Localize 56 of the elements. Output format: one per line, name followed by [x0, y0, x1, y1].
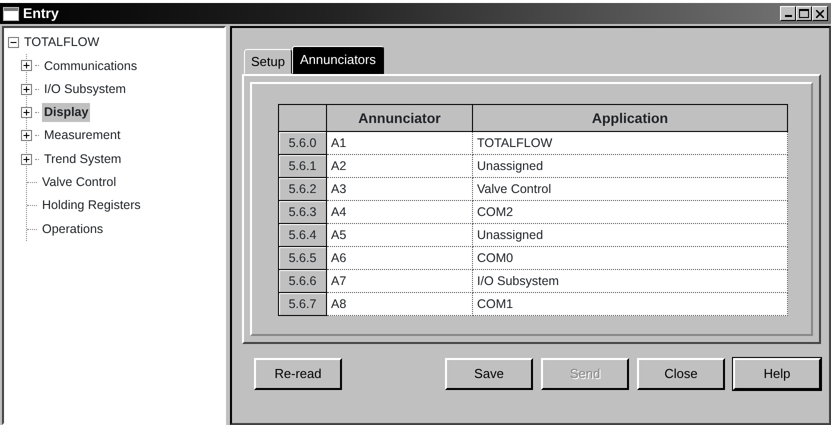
tree-item[interactable]: Trend System	[42, 150, 124, 168]
expand-icon[interactable]	[21, 60, 32, 72]
table-cell: Unassigned	[472, 224, 788, 246]
table-cell: A5	[326, 224, 472, 246]
row-header: 5.6.6	[278, 270, 326, 292]
table-cell: A8	[326, 292, 472, 316]
table-cell: COM1	[472, 292, 788, 316]
dialog-button[interactable]: Save	[445, 358, 533, 390]
expand-icon[interactable]	[21, 154, 32, 165]
table-cell: A1	[326, 132, 472, 154]
tree-item[interactable]: Communications	[42, 56, 140, 76]
row-header: 5.6.4	[278, 224, 326, 246]
maximize-button[interactable]	[796, 6, 812, 21]
table-cell: COM2	[472, 200, 788, 224]
tree-item[interactable]: Operations	[40, 220, 106, 238]
table-cell: Unassigned	[472, 154, 788, 178]
minimize-button[interactable]	[780, 6, 796, 21]
expand-icon[interactable]	[21, 130, 32, 142]
table-cell: A4	[326, 200, 472, 224]
window-title: Entry	[23, 4, 59, 23]
table-cell: TOTALFLOW	[472, 132, 788, 154]
table-cell: I/O Subsystem	[472, 270, 788, 292]
row-header: 5.6.2	[278, 178, 326, 200]
collapse-icon[interactable]	[8, 37, 19, 48]
table-cell: A7	[326, 270, 472, 292]
expand-icon[interactable]	[21, 84, 32, 95]
maximize-icon	[799, 9, 809, 18]
window-icon	[3, 6, 19, 20]
column-header: Annunciator	[326, 104, 472, 132]
row-header: 5.6.0	[278, 132, 326, 154]
tab[interactable]: Annunciators	[292, 46, 384, 74]
tree-item[interactable]: Display	[42, 103, 90, 122]
table-cell: A2	[326, 154, 472, 178]
tree-item[interactable]: Measurement	[42, 126, 122, 146]
minimize-icon	[784, 15, 792, 17]
tab[interactable]: Setup	[244, 48, 292, 74]
column-header: Application	[472, 104, 788, 132]
close-icon	[816, 10, 824, 18]
table-cell: A3	[326, 178, 472, 200]
table-cell: COM0	[472, 246, 788, 270]
tree-item[interactable]: I/O Subsystem	[42, 80, 128, 99]
table-cell: A6	[326, 246, 472, 270]
row-header: 5.6.3	[278, 200, 326, 224]
close-button[interactable]	[812, 6, 828, 21]
expand-icon[interactable]	[21, 107, 32, 118]
dialog-button[interactable]: Help	[733, 358, 821, 390]
tree-item[interactable]: TOTALFLOW	[22, 33, 102, 52]
row-header: 5.6.5	[278, 246, 326, 270]
tree-item[interactable]: Valve Control	[40, 173, 118, 192]
row-header: 5.6.7	[278, 292, 326, 316]
dialog-button[interactable]: Close	[637, 358, 725, 390]
row-header: 5.6.1	[278, 154, 326, 178]
tree-item[interactable]: Holding Registers	[40, 196, 143, 216]
column-header	[278, 104, 326, 132]
table-cell: Valve Control	[472, 178, 788, 200]
dialog-button[interactable]: Re-read	[254, 358, 342, 390]
